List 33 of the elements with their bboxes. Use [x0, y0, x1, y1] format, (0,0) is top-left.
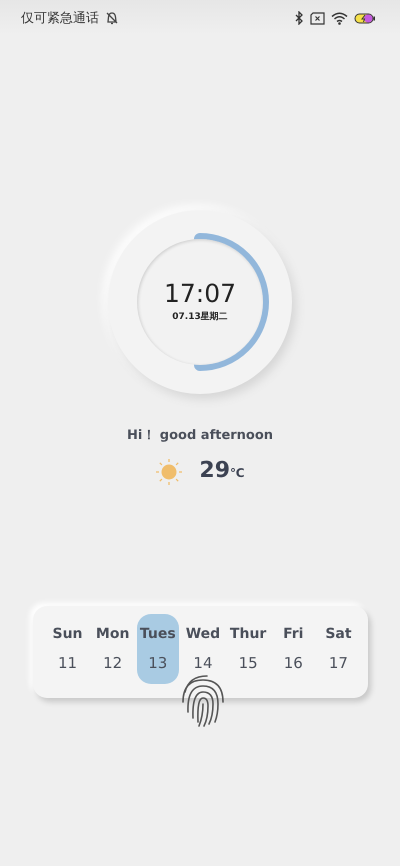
weekday-label: Sat	[325, 626, 352, 642]
sim-card-icon	[310, 12, 325, 24]
date-number: 13	[148, 654, 168, 672]
carrier-text: 仅可紧急通话	[21, 10, 99, 27]
weekday-label: Tues	[140, 626, 176, 642]
temperature-text: 29	[199, 458, 230, 483]
day-column[interactable]: Wed 14	[182, 614, 224, 684]
date-number: 11	[58, 654, 78, 672]
weekday-label: Mon	[96, 626, 130, 642]
date-number: 16	[284, 654, 303, 672]
clock-time: 17:07	[164, 281, 236, 306]
date-number: 17	[328, 654, 348, 672]
weekday-label: Sun	[52, 626, 83, 642]
bluetooth-icon	[294, 11, 304, 25]
weekday-label: Fri	[283, 626, 304, 642]
date-number: 15	[238, 654, 258, 672]
battery-icon	[354, 12, 376, 24]
day-column[interactable]: Sun 11	[46, 614, 88, 684]
date-number: 12	[103, 654, 122, 672]
day-column[interactable]: Fri 16	[272, 614, 314, 684]
date-number: 14	[193, 654, 213, 672]
bell-off-icon	[105, 11, 119, 25]
day-column[interactable]: Thur 15	[227, 614, 270, 684]
day-column[interactable]: Mon 12	[92, 614, 134, 684]
wifi-icon	[331, 12, 348, 24]
clock-date: 07.13星期二	[172, 310, 228, 323]
weekday-label: Thur	[230, 626, 266, 642]
day-column[interactable]: Sat 17	[317, 614, 360, 684]
sun-icon	[155, 458, 184, 486]
temperature-unit: ℃	[230, 466, 245, 480]
weekday-label: Wed	[186, 626, 220, 642]
greeting-text: Hi！ good afternoon	[126, 427, 274, 444]
day-column[interactable]: Tues 13	[136, 614, 179, 684]
